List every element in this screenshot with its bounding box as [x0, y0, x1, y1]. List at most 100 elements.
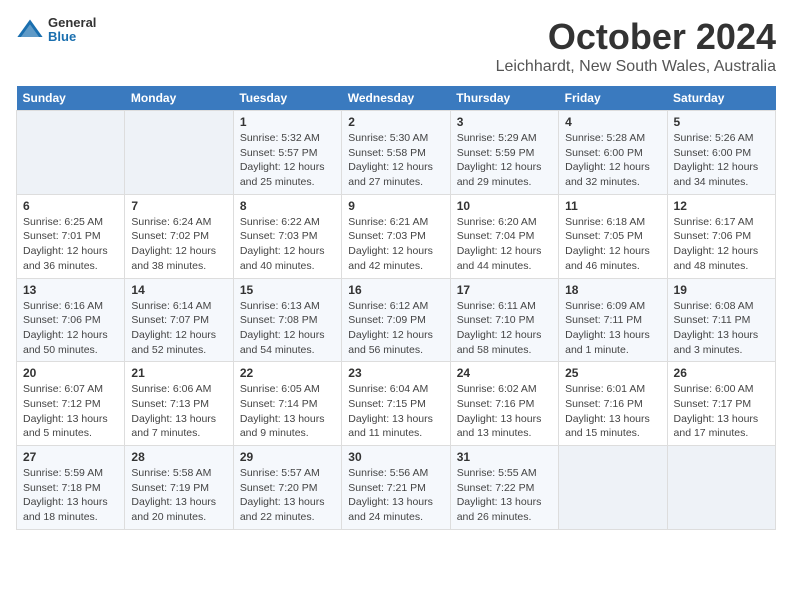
day-number: 7: [131, 199, 226, 213]
day-info: Sunrise: 6:13 AMSunset: 7:08 PMDaylight:…: [240, 299, 335, 358]
day-info: Sunrise: 5:57 AMSunset: 7:20 PMDaylight:…: [240, 466, 335, 525]
day-cell: [667, 446, 775, 530]
day-number: 10: [457, 199, 552, 213]
day-number: 29: [240, 450, 335, 464]
header-row: SundayMondayTuesdayWednesdayThursdayFrid…: [17, 86, 776, 111]
header-cell-wednesday: Wednesday: [342, 86, 450, 111]
calendar-table: SundayMondayTuesdayWednesdayThursdayFrid…: [16, 86, 776, 530]
week-row-1: 1 Sunrise: 5:32 AMSunset: 5:57 PMDaylight…: [17, 111, 776, 195]
day-cell: 10 Sunrise: 6:20 AMSunset: 7:04 PMDayligh…: [450, 194, 558, 278]
logo-icon: [16, 16, 44, 44]
day-info: Sunrise: 5:56 AMSunset: 7:21 PMDaylight:…: [348, 466, 443, 525]
day-number: 13: [23, 283, 118, 297]
day-cell: 30Sunrise: 5:56 AMSunset: 7:21 PMDayligh…: [342, 446, 450, 530]
day-number: 12: [674, 199, 769, 213]
day-cell: 21 Sunrise: 6:06 AMSunset: 7:13 PMDayligh…: [125, 362, 233, 446]
day-cell: 17 Sunrise: 6:11 AMSunset: 7:10 PMDayligh…: [450, 278, 558, 362]
day-info: Sunrise: 5:26 AMSunset: 6:00 PMDaylight:…: [674, 131, 769, 190]
day-info: Sunrise: 6:01 AMSunset: 7:16 PMDaylight:…: [565, 382, 660, 441]
day-number: 21: [131, 366, 226, 380]
header-cell-monday: Monday: [125, 86, 233, 111]
day-number: 1: [240, 115, 335, 129]
day-info: Sunrise: 6:11 AMSunset: 7:10 PMDaylight:…: [457, 299, 552, 358]
title-block: October 2024 Leichhardt, New South Wales…: [496, 16, 776, 76]
day-cell: [17, 111, 125, 195]
day-cell: 3Sunrise: 5:29 AMSunset: 5:59 PMDaylight…: [450, 111, 558, 195]
day-info: Sunrise: 6:21 AMSunset: 7:03 PMDaylight:…: [348, 215, 443, 274]
day-number: 2: [348, 115, 443, 129]
day-info: Sunrise: 6:24 AMSunset: 7:02 PMDaylight:…: [131, 215, 226, 274]
logo-general: General: [48, 16, 96, 30]
week-row-3: 13 Sunrise: 6:16 AMSunset: 7:06 PMDayligh…: [17, 278, 776, 362]
day-number: 25: [565, 366, 660, 380]
day-cell: 13 Sunrise: 6:16 AMSunset: 7:06 PMDayligh…: [17, 278, 125, 362]
day-cell: 5 Sunrise: 5:26 AMSunset: 6:00 PMDaylight…: [667, 111, 775, 195]
day-cell: 4Sunrise: 5:28 AMSunset: 6:00 PMDaylight…: [559, 111, 667, 195]
day-cell: 18 Sunrise: 6:09 AMSunset: 7:11 PMDayligh…: [559, 278, 667, 362]
day-info: Sunrise: 6:16 AMSunset: 7:06 PMDaylight:…: [23, 299, 118, 358]
day-number: 6: [23, 199, 118, 213]
page-header: General Blue October 2024 Leichhardt, Ne…: [16, 16, 776, 76]
day-number: 23: [348, 366, 443, 380]
day-info: Sunrise: 6:08 AMSunset: 7:11 PMDaylight:…: [674, 299, 769, 358]
day-info: Sunrise: 6:02 AMSunset: 7:16 PMDaylight:…: [457, 382, 552, 441]
logo-blue: Blue: [48, 30, 96, 44]
day-cell: 8 Sunrise: 6:22 AMSunset: 7:03 PMDaylight…: [233, 194, 341, 278]
day-number: 24: [457, 366, 552, 380]
day-number: 27: [23, 450, 118, 464]
day-number: 19: [674, 283, 769, 297]
header-cell-saturday: Saturday: [667, 86, 775, 111]
day-number: 28: [131, 450, 226, 464]
header-cell-friday: Friday: [559, 86, 667, 111]
day-info: Sunrise: 5:58 AMSunset: 7:19 PMDaylight:…: [131, 466, 226, 525]
day-number: 26: [674, 366, 769, 380]
day-cell: 6Sunrise: 6:25 AMSunset: 7:01 PMDaylight…: [17, 194, 125, 278]
day-info: Sunrise: 6:04 AMSunset: 7:15 PMDaylight:…: [348, 382, 443, 441]
day-cell: 15 Sunrise: 6:13 AMSunset: 7:08 PMDayligh…: [233, 278, 341, 362]
day-number: 15: [240, 283, 335, 297]
day-info: Sunrise: 5:55 AMSunset: 7:22 PMDaylight:…: [457, 466, 552, 525]
header-cell-thursday: Thursday: [450, 86, 558, 111]
day-number: 17: [457, 283, 552, 297]
day-cell: 9 Sunrise: 6:21 AMSunset: 7:03 PMDaylight…: [342, 194, 450, 278]
day-info: Sunrise: 6:09 AMSunset: 7:11 PMDaylight:…: [565, 299, 660, 358]
day-cell: [125, 111, 233, 195]
day-info: Sunrise: 6:05 AMSunset: 7:14 PMDaylight:…: [240, 382, 335, 441]
week-row-5: 27 Sunrise: 5:59 AMSunset: 7:18 PMDayligh…: [17, 446, 776, 530]
logo: General Blue: [16, 16, 96, 45]
header-cell-sunday: Sunday: [17, 86, 125, 111]
day-cell: 22Sunrise: 6:05 AMSunset: 7:14 PMDayligh…: [233, 362, 341, 446]
day-cell: 26Sunrise: 6:00 AMSunset: 7:17 PMDayligh…: [667, 362, 775, 446]
day-info: Sunrise: 6:17 AMSunset: 7:06 PMDaylight:…: [674, 215, 769, 274]
day-cell: 24 Sunrise: 6:02 AMSunset: 7:16 PMDayligh…: [450, 362, 558, 446]
day-number: 16: [348, 283, 443, 297]
day-cell: 29 Sunrise: 5:57 AMSunset: 7:20 PMDayligh…: [233, 446, 341, 530]
day-number: 31: [457, 450, 552, 464]
calendar-title: October 2024: [496, 16, 776, 58]
day-cell: 2Sunrise: 5:30 AMSunset: 5:58 PMDaylight…: [342, 111, 450, 195]
day-cell: 27 Sunrise: 5:59 AMSunset: 7:18 PMDayligh…: [17, 446, 125, 530]
day-info: Sunrise: 6:06 AMSunset: 7:13 PMDaylight:…: [131, 382, 226, 441]
day-info: Sunrise: 6:20 AMSunset: 7:04 PMDaylight:…: [457, 215, 552, 274]
day-cell: 14Sunrise: 6:14 AMSunset: 7:07 PMDayligh…: [125, 278, 233, 362]
day-number: 8: [240, 199, 335, 213]
day-number: 9: [348, 199, 443, 213]
day-info: Sunrise: 6:22 AMSunset: 7:03 PMDaylight:…: [240, 215, 335, 274]
day-cell: 20Sunrise: 6:07 AMSunset: 7:12 PMDayligh…: [17, 362, 125, 446]
day-cell: 1 Sunrise: 5:32 AMSunset: 5:57 PMDaylight…: [233, 111, 341, 195]
day-info: Sunrise: 6:07 AMSunset: 7:12 PMDaylight:…: [23, 382, 118, 441]
header-cell-tuesday: Tuesday: [233, 86, 341, 111]
day-cell: 16 Sunrise: 6:12 AMSunset: 7:09 PMDayligh…: [342, 278, 450, 362]
calendar-header: SundayMondayTuesdayWednesdayThursdayFrid…: [17, 86, 776, 111]
day-number: 5: [674, 115, 769, 129]
day-info: Sunrise: 6:18 AMSunset: 7:05 PMDaylight:…: [565, 215, 660, 274]
day-info: Sunrise: 6:12 AMSunset: 7:09 PMDaylight:…: [348, 299, 443, 358]
day-number: 3: [457, 115, 552, 129]
day-number: 18: [565, 283, 660, 297]
day-info: Sunrise: 5:32 AMSunset: 5:57 PMDaylight:…: [240, 131, 335, 190]
day-cell: 23 Sunrise: 6:04 AMSunset: 7:15 PMDayligh…: [342, 362, 450, 446]
calendar-subtitle: Leichhardt, New South Wales, Australia: [496, 58, 776, 76]
day-number: 14: [131, 283, 226, 297]
day-info: Sunrise: 5:59 AMSunset: 7:18 PMDaylight:…: [23, 466, 118, 525]
week-row-2: 6Sunrise: 6:25 AMSunset: 7:01 PMDaylight…: [17, 194, 776, 278]
